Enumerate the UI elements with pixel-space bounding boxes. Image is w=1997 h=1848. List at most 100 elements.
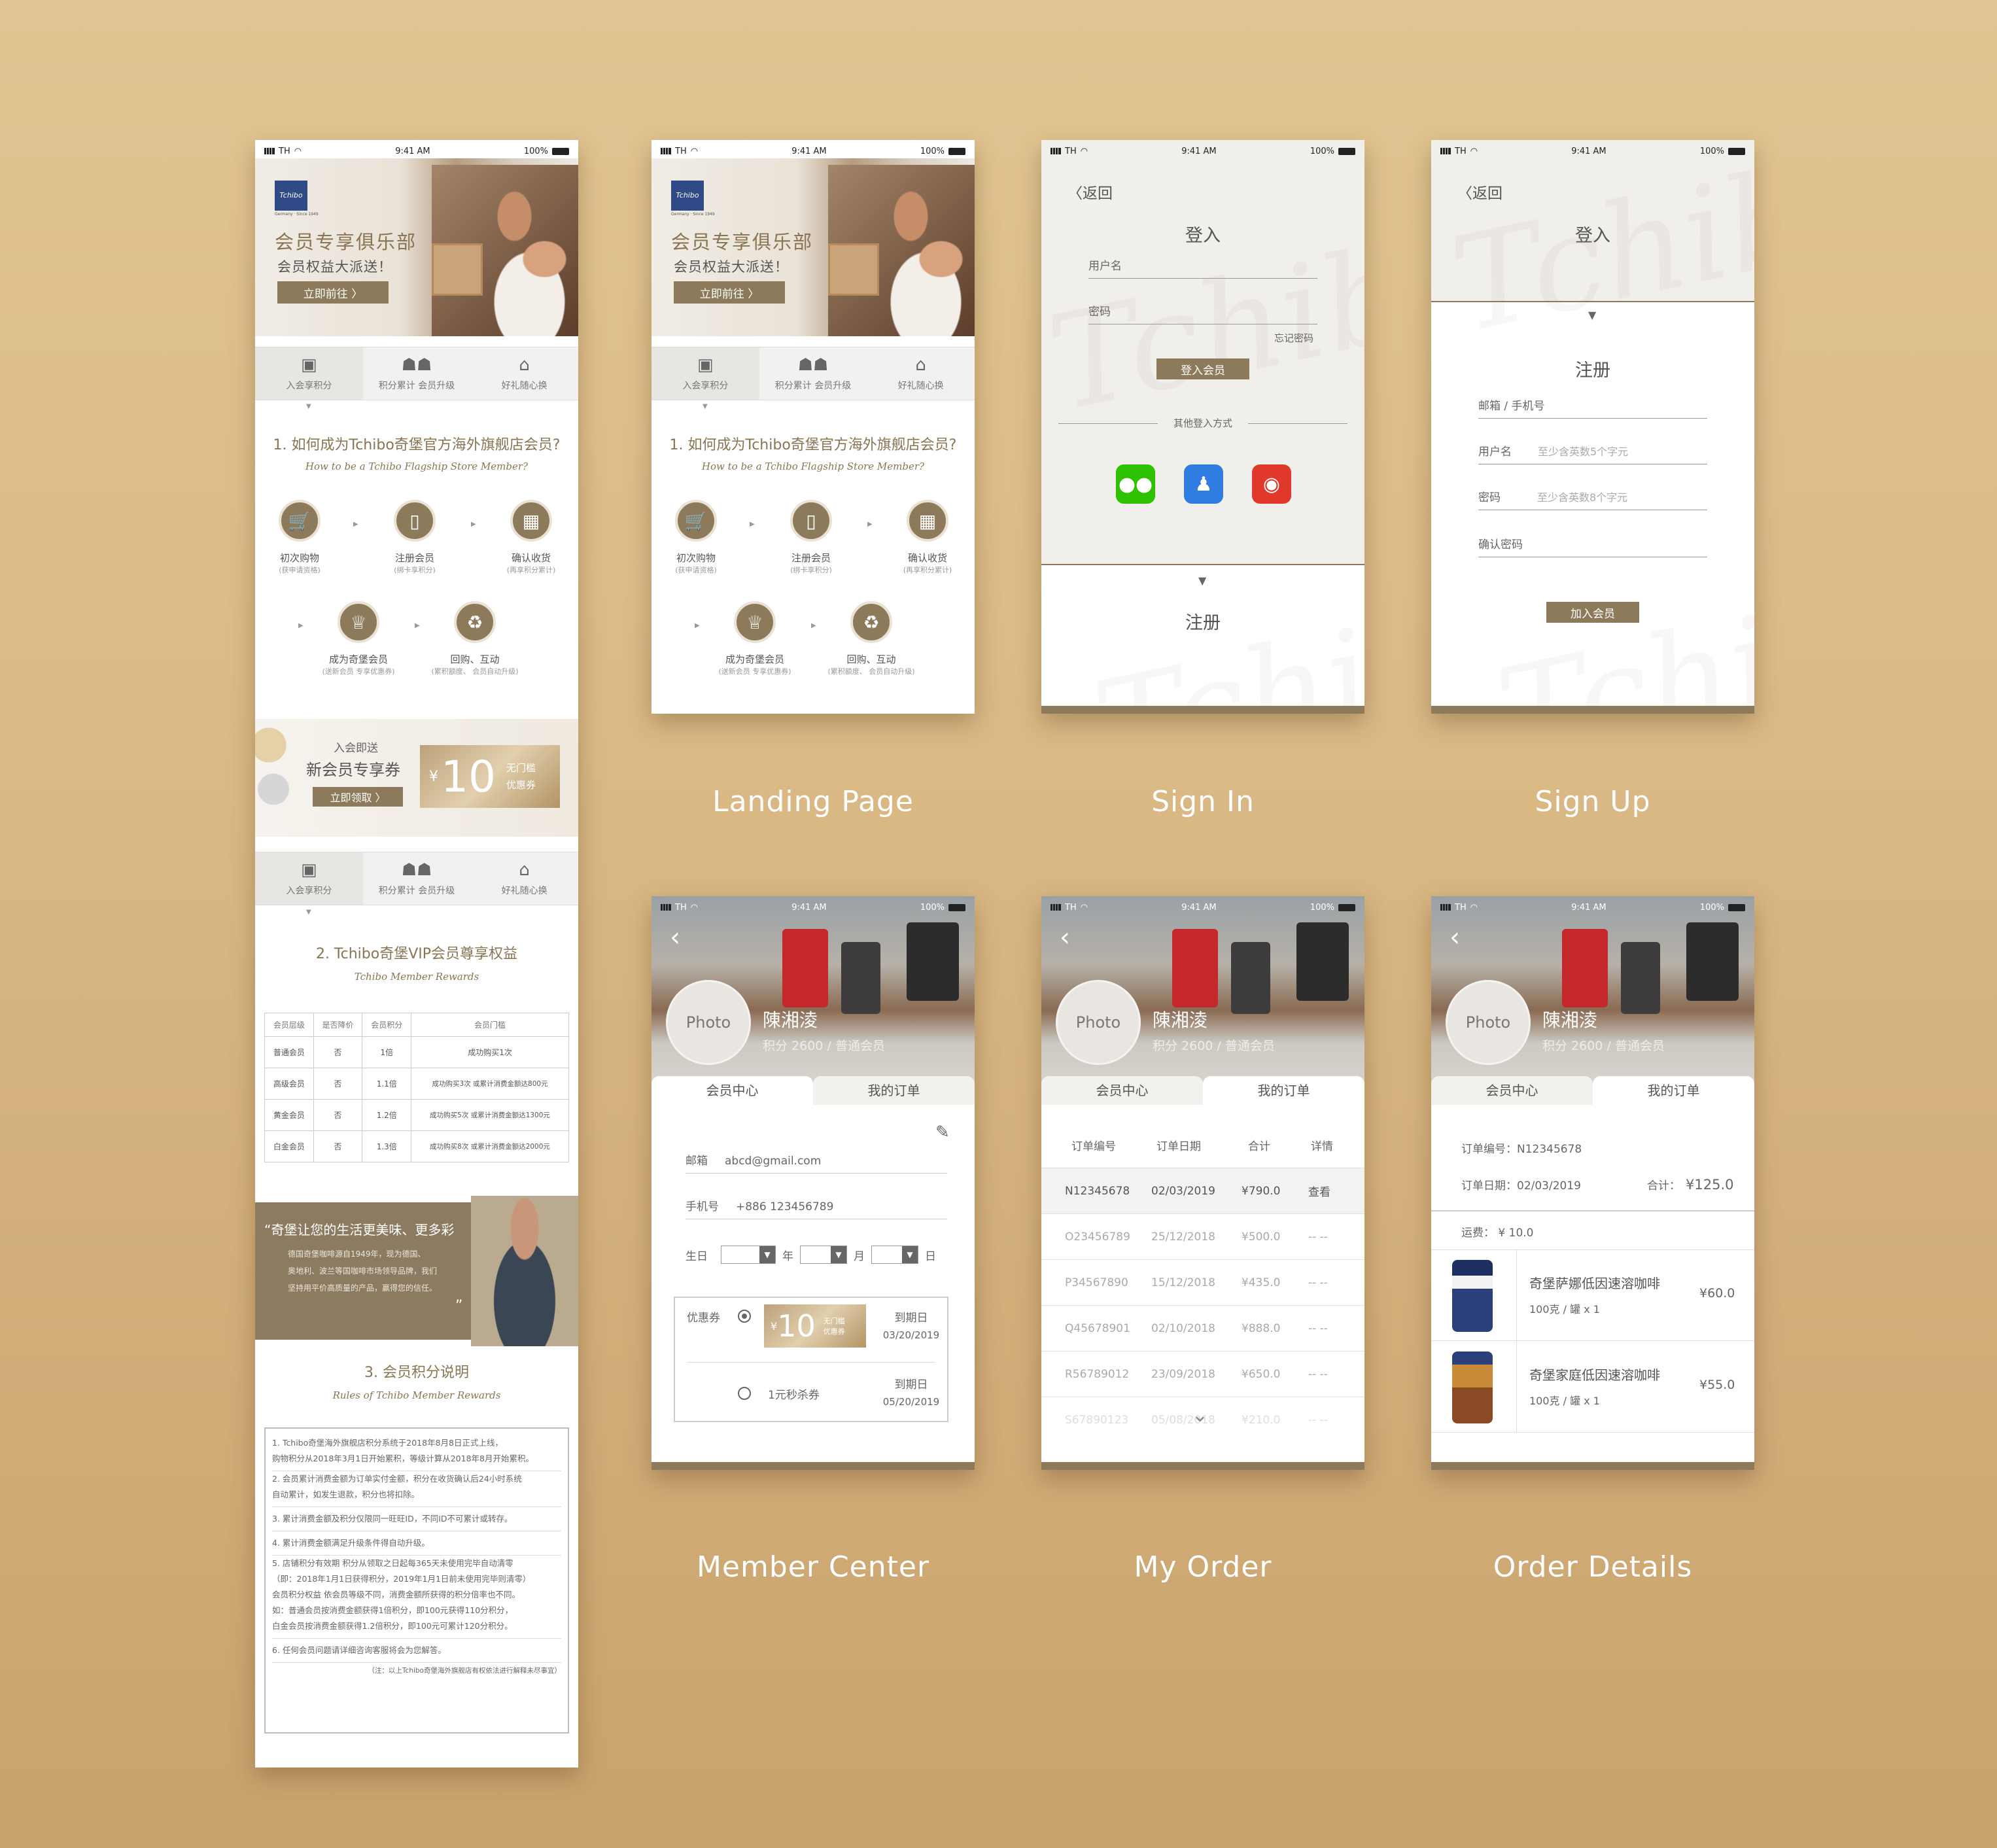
member-tabs: 会员中心 我的订单 bbox=[1041, 1076, 1364, 1105]
coffee-machine-image bbox=[1686, 922, 1739, 1001]
login-toggle[interactable]: 登入 bbox=[1431, 221, 1754, 247]
tab-join-points[interactable]: ▣ 入会享积分 bbox=[651, 347, 759, 400]
coffee-jar-image bbox=[1452, 1351, 1493, 1423]
signal-icon bbox=[661, 148, 671, 154]
tab-upgrade[interactable]: ☗☗ 积分累计 会员升级 bbox=[363, 852, 471, 905]
avatar[interactable]: Photo bbox=[1446, 980, 1531, 1065]
my-order-screen: TH ◠ 9:41 AM 100% ‹ Photo 陳湘淩 积分 2600 / 普… bbox=[1041, 896, 1364, 1470]
tab-join-points[interactable]: ▣ 入会享积分 bbox=[255, 852, 363, 905]
wifi-icon: ◠ bbox=[690, 902, 699, 913]
tab-my-orders[interactable]: 我的订单 bbox=[813, 1076, 975, 1105]
coupon-card[interactable]: ¥ 10 无门槛 优惠券 bbox=[764, 1304, 866, 1348]
tab-member-center[interactable]: 会员中心 bbox=[651, 1076, 813, 1105]
weibo-icon[interactable]: ◉ bbox=[1252, 464, 1291, 504]
go-now-button[interactable]: 立即前往 〉 bbox=[674, 281, 785, 304]
battery-icon bbox=[1338, 147, 1355, 155]
tab-upgrade[interactable]: ☗☗ 积分累计 会员升级 bbox=[759, 347, 867, 400]
tab-upgrade[interactable]: ☗☗ 积分累计 会员升级 bbox=[363, 347, 471, 400]
order-date: 订单日期：02/03/2019 bbox=[1461, 1179, 1581, 1193]
avatar[interactable]: Photo bbox=[666, 980, 751, 1065]
list-item[interactable]: 奇堡萨娜低因速溶咖啡 100克 / 罐 x 1 ¥60.0 bbox=[1431, 1249, 1754, 1341]
tchibo-watermark: Tchibo bbox=[1485, 553, 1754, 714]
wechat-icon[interactable]: ●● bbox=[1116, 464, 1155, 504]
chevron-left-icon[interactable]: ‹ bbox=[1060, 922, 1070, 952]
username-field[interactable]: 用户名 bbox=[1088, 256, 1317, 279]
arrow-right-icon: ▶ bbox=[750, 521, 755, 528]
password-field[interactable]: 密码 bbox=[1088, 302, 1317, 324]
month-select[interactable]: ▼ bbox=[800, 1246, 847, 1264]
table-row: 高级会员否 1.1倍 成功购买3次 或累计消费金额达800元 bbox=[264, 1068, 569, 1100]
member-points: 积分 2600 / 普通会员 bbox=[1542, 1039, 1665, 1053]
table-row[interactable]: P34567890 15/12/2018 ¥435.0 -- -- bbox=[1041, 1260, 1364, 1306]
chevron-down-icon[interactable]: ⌄ bbox=[1192, 1404, 1208, 1427]
coupon-card[interactable]: ¥ 10 无门槛 优惠券 bbox=[420, 745, 560, 808]
coffee-machine-image bbox=[841, 942, 880, 1014]
join-button[interactable]: 加入会员 bbox=[1546, 602, 1639, 623]
coupon-radio[interactable] bbox=[738, 1387, 751, 1400]
table-row[interactable]: O23456789 25/12/2018 ¥500.0 -- -- bbox=[1041, 1214, 1364, 1260]
list-item[interactable]: 奇堡家庭低因速溶咖啡 100克 / 罐 x 1 ¥55.0 bbox=[1431, 1341, 1754, 1433]
caption-order: My Order bbox=[1134, 1550, 1272, 1584]
landing-page-long: TH ◠ 9:41 AM 100% Tchibo Germany · Since … bbox=[255, 140, 578, 1768]
benefit-tabs: ▣ 入会享积分 ☗☗ 积分累计 会员升级 ⌂ 好礼随心换 bbox=[651, 347, 975, 400]
member-badge-icon: ♕ bbox=[338, 601, 379, 643]
member-card-icon: ▣ bbox=[301, 860, 317, 880]
barista-photo bbox=[471, 1196, 578, 1346]
table-row[interactable]: Q45678901 02/10/2018 ¥888.0 -- -- bbox=[1041, 1306, 1364, 1351]
chevron-left-icon[interactable]: ‹ bbox=[670, 922, 680, 952]
hero-subtitle: 会员权益大派送！ bbox=[674, 259, 789, 275]
tab-member-center[interactable]: 会员中心 bbox=[1431, 1076, 1593, 1105]
tab-join-points[interactable]: ▣ 入会享积分 bbox=[255, 347, 363, 400]
member-points: 积分 2600 / 普通会员 bbox=[763, 1039, 885, 1053]
brand-quote-banner: “奇堡让您的生活更美味、更多彩 德国奇堡咖啡源自1949年，现为德国、 奥地利、… bbox=[255, 1196, 578, 1346]
avatar[interactable]: Photo bbox=[1056, 980, 1141, 1065]
chevron-down-icon: ▼ bbox=[902, 1246, 918, 1263]
status-bar: TH ◠ 9:41 AM 100% bbox=[1041, 140, 1364, 162]
section2-subtitle: Tchibo Member Rewards bbox=[354, 971, 479, 983]
coupon-box: 优惠券 ¥ 10 无门槛 优惠券 到期日 03/20/2019 1元秒杀券 到期日… bbox=[674, 1297, 948, 1422]
username-field[interactable]: 用户名 至少含英数5个字元 bbox=[1478, 442, 1707, 464]
back-button[interactable]: 〈返回 bbox=[1068, 181, 1113, 203]
gift-icon: ⌂ bbox=[519, 355, 530, 375]
qq-icon[interactable]: ♟ bbox=[1184, 464, 1223, 504]
status-bar: TH ◠ 9:41 AM 100% bbox=[255, 140, 578, 162]
gift-image bbox=[432, 243, 483, 296]
tab-gifts[interactable]: ⌂ 好礼随心换 bbox=[470, 852, 578, 905]
points-rules-box: 1. Tchibo奇堡海外旗舰店积分系统于2018年8月8日正式上线， 购物积分… bbox=[264, 1427, 569, 1734]
phone-plus-icon: ▯ bbox=[394, 500, 436, 542]
status-bar: TH ◠ 9:41 AM 100% bbox=[1431, 140, 1754, 162]
back-button[interactable]: 〈返回 bbox=[1457, 181, 1502, 203]
year-select[interactable]: ▼ bbox=[721, 1246, 776, 1264]
chevron-left-icon[interactable]: ‹ bbox=[1450, 922, 1460, 952]
day-select[interactable]: ▼ bbox=[871, 1246, 918, 1264]
member-points: 积分 2600 / 普通会员 bbox=[1153, 1039, 1275, 1053]
forgot-password-link[interactable]: 忘记密码 bbox=[1274, 331, 1313, 345]
register-toggle[interactable]: 注册 bbox=[1041, 608, 1364, 634]
hero-title: 会员专享俱乐部 bbox=[275, 231, 417, 253]
box-icon: ▦ bbox=[907, 500, 948, 542]
table-row[interactable]: R56789012 23/09/2018 ¥650.0 -- -- bbox=[1041, 1351, 1364, 1397]
confirm-password-field[interactable]: 确认密码 bbox=[1478, 535, 1707, 557]
birthday-row: 生日 ▼ 年 ▼ 月 ▼ 日 bbox=[686, 1246, 936, 1264]
view-order-link[interactable]: 查看 bbox=[1308, 1183, 1330, 1199]
email-phone-field[interactable]: 邮箱 / 手机号 bbox=[1478, 396, 1707, 419]
claim-coupon-button[interactable]: 立即领取 〉 bbox=[313, 787, 403, 807]
chevron-left-icon: 〈 bbox=[1457, 185, 1472, 202]
login-button[interactable]: 登入会员 bbox=[1156, 358, 1249, 379]
tab-member-center[interactable]: 会员中心 bbox=[1041, 1076, 1203, 1105]
section3-subtitle: Rules of Tchibo Member Rewards bbox=[332, 1389, 501, 1401]
tab-gifts[interactable]: ⌂ 好礼随心换 bbox=[867, 347, 975, 400]
battery-icon bbox=[551, 147, 569, 155]
tab-gifts[interactable]: ⌂ 好礼随心换 bbox=[470, 347, 578, 400]
tab-my-orders[interactable]: 我的订单 bbox=[1203, 1076, 1364, 1105]
go-now-button[interactable]: 立即前往 〉 bbox=[277, 281, 389, 304]
caret-down-icon: ▼ bbox=[1198, 574, 1207, 587]
arrow-right-icon: ▶ bbox=[298, 622, 304, 629]
wifi-icon: ◠ bbox=[294, 146, 302, 156]
tab-my-orders[interactable]: 我的订单 bbox=[1593, 1076, 1754, 1105]
edit-icon[interactable]: ✎ bbox=[935, 1123, 950, 1142]
table-row[interactable]: N12345678 02/03/2019 ¥790.0 查看 bbox=[1041, 1168, 1364, 1214]
password-field[interactable]: 密码 至少含英数8个字元 bbox=[1478, 488, 1707, 510]
member-center-screen: TH ◠ 9:41 AM 100% ‹ Photo 陳湘淩 积分 2600 / 普… bbox=[651, 896, 975, 1470]
coupon-radio-selected[interactable] bbox=[738, 1310, 751, 1323]
